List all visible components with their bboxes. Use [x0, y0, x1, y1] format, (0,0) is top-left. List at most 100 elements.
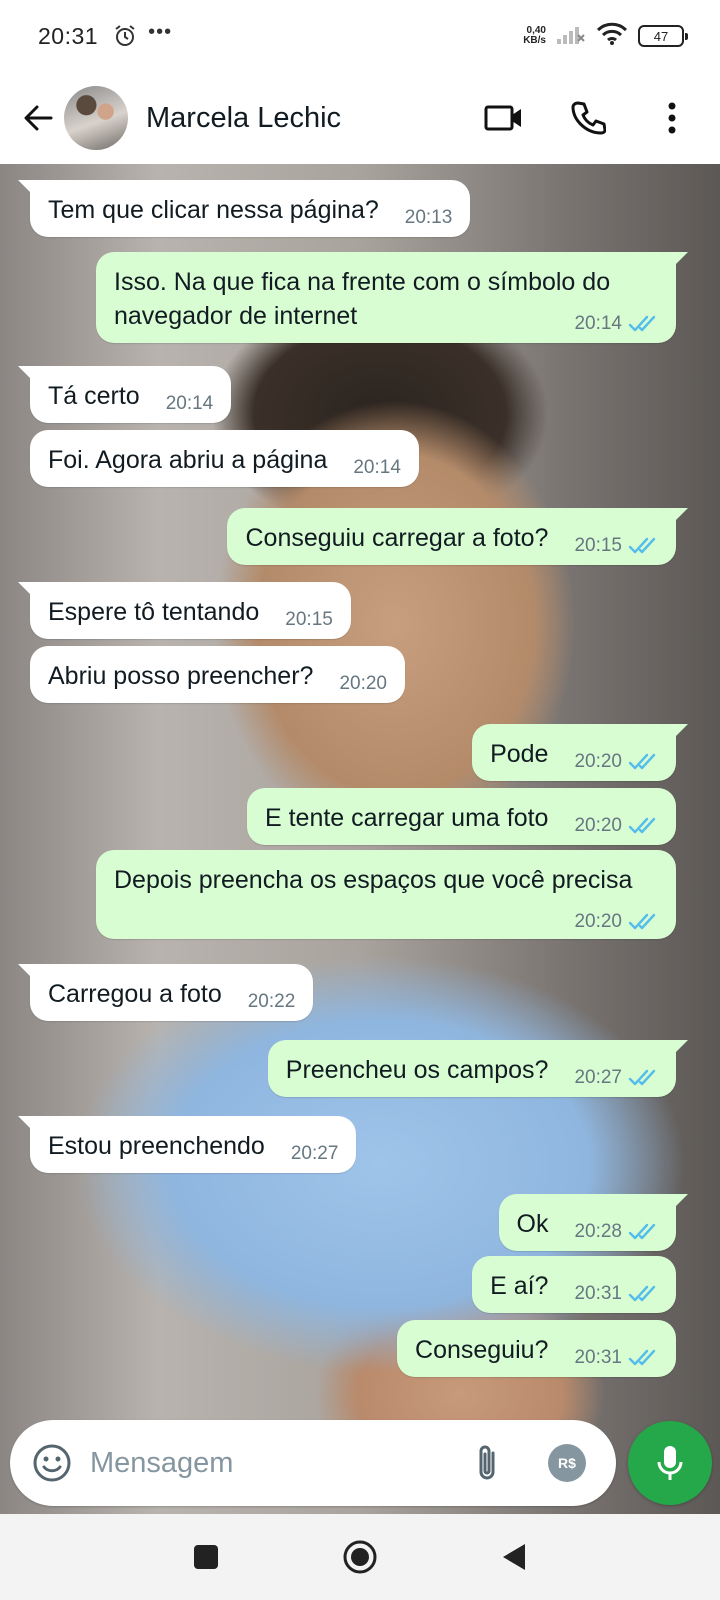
double-check-icon: [628, 1223, 658, 1241]
message-bubble[interactable]: Estou preenchendo 20:27: [17, 1116, 357, 1173]
double-check-icon: [628, 315, 658, 333]
attach-button[interactable]: [467, 1443, 507, 1483]
message-input[interactable]: [90, 1446, 467, 1480]
outgoing-message[interactable]: Pode 20:20: [0, 724, 720, 781]
outgoing-message[interactable]: E aí? 20:31: [0, 1256, 720, 1313]
message-bubble[interactable]: Preencheu os campos? 20:27: [267, 1040, 689, 1097]
outgoing-message[interactable]: Depois preencha os espaços que você prec…: [0, 850, 720, 939]
double-check-icon: [628, 817, 658, 835]
phone-icon: [571, 101, 606, 135]
message-text: Espere tô tentando: [48, 598, 260, 626]
message-bubble[interactable]: Conseguiu carregar a foto? 20:15: [227, 508, 688, 565]
outgoing-message[interactable]: Ok 20:28: [0, 1194, 720, 1251]
video-camera-icon: [484, 105, 521, 131]
incoming-message[interactable]: Estou preenchendo 20:27: [0, 1116, 720, 1173]
incoming-message[interactable]: Foi. Agora abriu a página 20:14: [0, 430, 720, 487]
contact-name[interactable]: Marcela Lechic: [146, 102, 341, 135]
message-time: 20:22: [247, 991, 296, 1012]
incoming-message[interactable]: Espere tô tentando 20:15: [0, 582, 720, 639]
message-time: 20:27: [574, 1067, 622, 1088]
message-meta: 20:28: [574, 1221, 658, 1243]
message-meta: 20:31: [574, 1347, 658, 1369]
message-meta: 20:15: [574, 535, 658, 557]
voice-call-button[interactable]: [568, 98, 608, 138]
circle-icon: [343, 1540, 377, 1574]
emoji-button[interactable]: [32, 1442, 72, 1484]
incoming-message[interactable]: Tem que clicar nessa página? 20:13: [0, 180, 720, 237]
message-text: Preencheu os campos?: [285, 1056, 549, 1084]
message-time: 20:20: [574, 751, 622, 772]
message-time: 20:28: [574, 1221, 622, 1242]
triangle-back-icon: [503, 1544, 525, 1570]
message-meta: 20:15: [285, 609, 333, 631]
message-bubble[interactable]: Abriu posso preencher? 20:20: [30, 646, 405, 703]
message-text: Abriu posso preencher?: [48, 662, 314, 690]
message-time: 20:31: [574, 1283, 622, 1304]
outgoing-message[interactable]: E tente carregar uma foto 20:20: [0, 788, 720, 845]
double-check-icon: [628, 1285, 658, 1303]
outgoing-message[interactable]: Conseguiu carregar a foto? 20:15: [0, 508, 720, 565]
message-bubble[interactable]: E aí? 20:31: [472, 1256, 676, 1313]
message-text: Estou preenchendo: [48, 1132, 265, 1160]
message-bubble[interactable]: Foi. Agora abriu a página 20:14: [30, 430, 419, 487]
double-check-icon: [628, 913, 658, 931]
message-time: 20:27: [290, 1143, 339, 1164]
message-bubble[interactable]: Carregou a foto 20:22: [17, 964, 314, 1021]
emoji-icon: [33, 1444, 71, 1482]
message-bubble[interactable]: E tente carregar uma foto 20:20: [246, 788, 676, 845]
message-bubble[interactable]: Ok 20:28: [498, 1194, 688, 1251]
outgoing-message[interactable]: Isso. Na que fica na frente com o símbol…: [0, 252, 720, 343]
message-meta: 20:31: [574, 1283, 658, 1305]
wifi-icon: [596, 22, 628, 51]
message-meta: 20:20: [339, 673, 387, 695]
message-text: Carregou a foto: [48, 980, 222, 1008]
message-text: Conseguiu carregar a foto?: [245, 524, 549, 552]
message-box: R$: [10, 1420, 664, 1506]
arrow-left-icon: [24, 105, 53, 131]
voice-message-button[interactable]: [628, 1421, 712, 1505]
more-notifications-icon: •••: [148, 20, 173, 43]
message-meta: 20:14: [353, 457, 401, 479]
message-time: 20:14: [165, 393, 214, 414]
double-check-icon: [628, 1349, 658, 1367]
message-bubble[interactable]: Isso. Na que fica na frente com o símbol…: [96, 252, 688, 343]
chat-area[interactable]: Tem que clicar nessa página? 20:13 Isso. N…: [0, 164, 720, 1514]
system-nav-bar: [0, 1514, 720, 1600]
incoming-message[interactable]: Carregou a foto 20:22: [0, 964, 720, 1021]
message-text: Tem que clicar nessa página?: [48, 196, 379, 224]
message-bubble[interactable]: Conseguiu? 20:31: [397, 1320, 676, 1377]
recent-apps-button[interactable]: [184, 1535, 228, 1579]
home-button[interactable]: [338, 1535, 382, 1579]
chat-header: Marcela Lechic: [0, 72, 720, 164]
message-time: 20:20: [574, 815, 622, 836]
status-time: 20:31: [38, 22, 99, 49]
contact-avatar[interactable]: [64, 86, 128, 150]
outgoing-message[interactable]: Preencheu os campos? 20:27: [0, 1040, 720, 1097]
message-bubble[interactable]: Tá certo 20:14: [17, 366, 232, 423]
message-text: Ok: [516, 1210, 549, 1238]
message-bubble[interactable]: Pode 20:20: [472, 724, 688, 781]
message-text: Conseguiu?: [415, 1336, 549, 1364]
back-nav-button[interactable]: [492, 1535, 536, 1579]
incoming-message[interactable]: Abriu posso preencher? 20:20: [0, 646, 720, 703]
payment-button[interactable]: R$: [547, 1443, 587, 1483]
message-bubble[interactable]: Depois preencha os espaços que você prec…: [96, 850, 676, 939]
message-bubble[interactable]: Tem que clicar nessa página? 20:13: [17, 180, 471, 237]
square-icon: [194, 1545, 218, 1569]
message-meta: 20:20: [574, 911, 658, 933]
status-bar: 20:31 ••• 0,40 KB/s 47: [0, 0, 720, 72]
video-call-button[interactable]: [484, 98, 524, 138]
message-meta: 20:20: [574, 815, 658, 837]
message-bubble[interactable]: Espere tô tentando 20:15: [18, 582, 351, 639]
network-speed: 0,40 KB/s: [523, 26, 546, 46]
message-list: Tem que clicar nessa página? 20:13 Isso. N…: [0, 164, 720, 1514]
incoming-message[interactable]: Tá certo 20:14: [0, 366, 720, 423]
message-meta: 20:14: [166, 393, 214, 415]
back-button[interactable]: [18, 98, 58, 138]
microphone-icon: [657, 1446, 683, 1480]
more-options-button[interactable]: [652, 98, 692, 138]
signal-icon: [556, 23, 586, 50]
outgoing-message[interactable]: Conseguiu? 20:31: [0, 1320, 720, 1377]
double-check-icon: [628, 1069, 658, 1087]
alarm-icon: [112, 23, 138, 49]
